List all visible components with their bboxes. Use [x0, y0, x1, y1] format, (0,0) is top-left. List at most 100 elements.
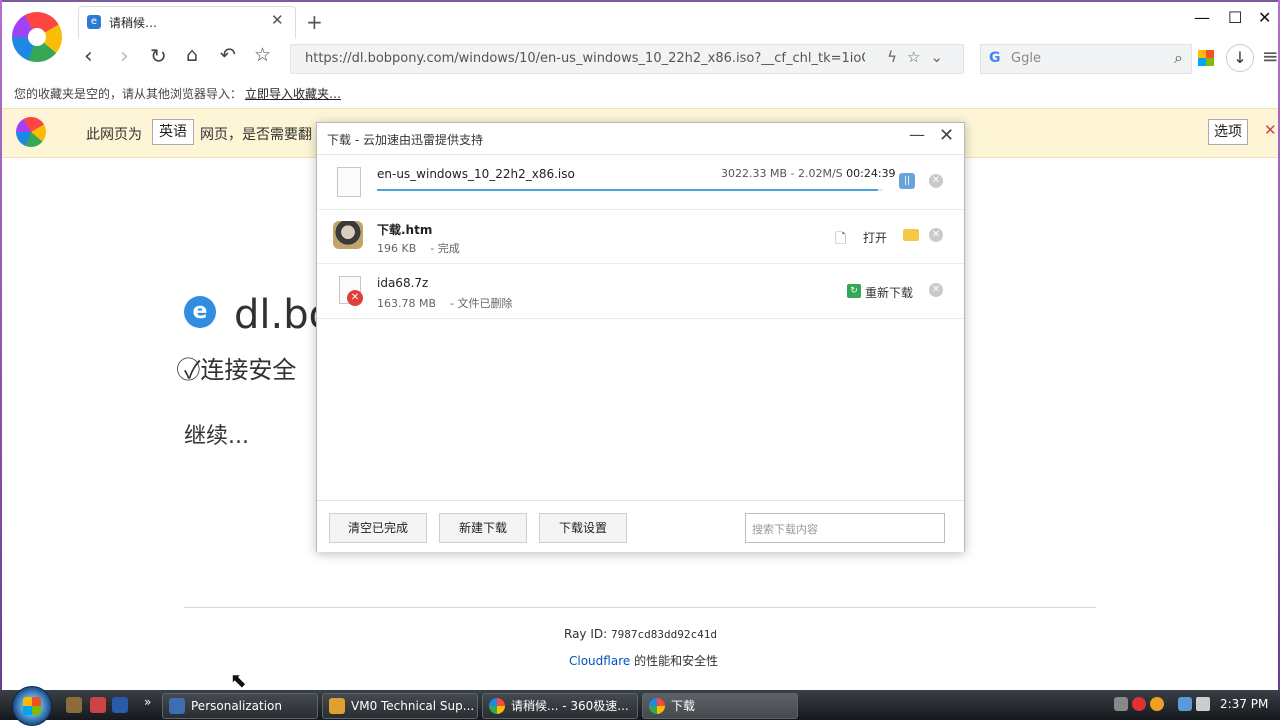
taskbar-item-label: 请稍候... - 360极速...	[511, 699, 629, 713]
volume-icon[interactable]	[1196, 697, 1210, 711]
translate-options-button[interactable]: 选项	[1208, 119, 1248, 145]
dialog-title: 下载 - 云加速由迅雷提供支持	[327, 133, 483, 147]
translate-logo-icon	[16, 117, 46, 147]
search-input[interactable]: Ggle	[1011, 51, 1041, 66]
download-filename: 下载.htm	[377, 223, 433, 237]
back-icon[interactable]: ‹	[84, 44, 93, 69]
browser-icon	[649, 698, 665, 714]
site-favicon-icon: e	[184, 296, 216, 328]
tray-search-icon[interactable]	[1150, 697, 1164, 711]
apps-icon[interactable]	[1198, 50, 1214, 66]
footer-divider	[184, 607, 1096, 608]
window-close-button[interactable]: ✕	[1258, 8, 1271, 27]
remove-download-icon[interactable]: ✕	[929, 174, 943, 188]
download-row[interactable]: 下载.htm 196 KB - 完成 🗋 打开 ✕	[317, 209, 964, 264]
browser-tab[interactable]: e 请稍候… ✕	[78, 6, 296, 39]
quicklaunch-overflow-icon[interactable]: »	[144, 695, 151, 709]
windows-logo-icon	[23, 697, 41, 715]
tab-title: 请稍候…	[109, 16, 158, 30]
download-row[interactable]: ✕ ida68.7z 163.78 MB - 文件已删除 ↻ 重新下载 ✕	[317, 264, 964, 319]
download-settings-button[interactable]: 下载设置	[539, 513, 627, 543]
personalization-icon	[169, 698, 185, 714]
home-icon[interactable]: ⌂	[186, 44, 198, 66]
redownload-icon[interactable]: ↻	[847, 284, 861, 298]
download-status: - 文件已删除	[450, 297, 513, 310]
translate-suffix: 网页，是否需要翻	[200, 127, 312, 143]
bookmarks-empty-text: 您的收藏夹是空的，请从其他浏览器导入：	[14, 87, 243, 101]
open-file-button[interactable]: 打开	[863, 229, 887, 246]
pause-icon[interactable]: ||	[899, 173, 915, 189]
dialog-footer: 清空已完成 新建下载 下载设置 搜索下载内容	[317, 500, 964, 552]
open-folder-icon[interactable]	[903, 229, 919, 241]
address-bar-icons[interactable]: ϟ☆⌄	[887, 48, 953, 66]
user-icon	[329, 698, 345, 714]
new-download-button[interactable]: 新建下载	[439, 513, 527, 543]
remove-download-icon[interactable]: ✕	[929, 228, 943, 242]
url-text[interactable]: https://dl.bobpony.com/windows/10/en-us_…	[305, 51, 865, 66]
taskbar-item-personalization[interactable]: Personalization	[162, 693, 318, 719]
secure-connection-text: ✓⃝连接安全	[184, 350, 296, 385]
import-bookmarks-link[interactable]: 立即导入收藏夹…	[245, 85, 341, 102]
show-desktop-icon[interactable]	[112, 697, 128, 713]
download-progress-fill	[377, 189, 878, 191]
search-icon[interactable]: ⌕	[1174, 48, 1183, 68]
file-icon	[337, 167, 361, 197]
check-circle-icon: ✓⃝	[184, 356, 201, 384]
download-size: 196 KB - 完成	[377, 240, 460, 256]
clear-completed-button[interactable]: 清空已完成	[329, 513, 427, 543]
download-icon[interactable]: ↓	[1226, 44, 1254, 72]
start-button[interactable]	[12, 686, 52, 726]
taskbar-item-downloads[interactable]: 下载	[642, 693, 798, 719]
taskbar: » Personalization VM0 Technical Sup... 请…	[0, 686, 1280, 726]
download-filename: ida68.7z	[377, 276, 429, 290]
tab-close-icon[interactable]: ✕	[271, 11, 284, 29]
forward-icon[interactable]: ›	[120, 44, 129, 69]
dialog-minimize-icon[interactable]: —	[909, 125, 925, 144]
network-icon[interactable]	[1178, 697, 1192, 711]
menu-icon[interactable]: ≡	[1262, 44, 1279, 68]
cloudflare-link[interactable]: Cloudflare	[569, 654, 630, 668]
favorite-star-icon[interactable]: ☆	[907, 48, 930, 66]
taskbar-item-browser[interactable]: 请稍候... - 360极速...	[482, 693, 638, 719]
chevron-down-icon[interactable]: ⌄	[930, 48, 953, 66]
translate-prefix: 此网页为	[86, 127, 142, 143]
search-box[interactable]: G Ggle ⌕	[980, 44, 1192, 74]
taskbar-item-label: VM0 Technical Sup...	[351, 699, 475, 713]
system-tray: 2:37 PM	[1106, 690, 1280, 720]
htm-file-icon	[333, 221, 363, 249]
cloudflare-footer: Cloudflare 的性能和安全性	[569, 652, 718, 669]
taskbar-clock[interactable]: 2:37 PM	[1220, 697, 1268, 711]
download-progress-bar	[377, 189, 883, 191]
address-bar[interactable]: https://dl.bobpony.com/windows/10/en-us_…	[290, 44, 964, 74]
maximize-button[interactable]: ☐	[1228, 8, 1242, 27]
undo-close-tab-icon[interactable]: ↶	[220, 44, 236, 66]
translate-language-button[interactable]: 英语	[152, 119, 194, 145]
taskbar-item-label: Personalization	[191, 699, 282, 713]
download-row[interactable]: en-us_windows_10_22h2_x86.iso 3022.33 MB…	[317, 154, 964, 210]
bookmark-star-icon[interactable]: ☆	[254, 44, 271, 66]
download-filename: en-us_windows_10_22h2_x86.iso	[377, 167, 575, 181]
tray-icon[interactable]	[1114, 697, 1128, 711]
translate-close-icon[interactable]: ✕	[1264, 121, 1277, 139]
continue-text: 继续...	[184, 424, 249, 449]
lightning-icon[interactable]: ϟ	[887, 48, 907, 66]
quicklaunch-icon[interactable]	[66, 697, 82, 713]
new-tab-button[interactable]: +	[306, 10, 323, 34]
minimize-button[interactable]: —	[1194, 8, 1210, 27]
dialog-close-icon[interactable]: ✕	[939, 125, 954, 146]
remove-download-icon[interactable]: ✕	[929, 283, 943, 297]
bookmarks-bar: 您的收藏夹是空的，请从其他浏览器导入： 立即导入收藏夹…	[2, 80, 1278, 106]
download-search-input[interactable]: 搜索下载内容	[745, 513, 945, 543]
quicklaunch-icon[interactable]	[90, 697, 106, 713]
mouse-cursor-icon: ⬉	[230, 668, 247, 692]
ray-id-label: Ray ID:	[564, 627, 608, 641]
download-time: 00:24:39	[846, 167, 896, 180]
file-size: 196 KB	[377, 242, 417, 255]
tray-error-icon[interactable]	[1132, 697, 1146, 711]
browser-logo-icon[interactable]	[12, 12, 62, 62]
redownload-button[interactable]: 重新下载	[865, 284, 913, 301]
cloudflare-suffix: 的性能和安全性	[634, 654, 719, 668]
google-icon: G	[989, 50, 1001, 66]
taskbar-item-technical-support[interactable]: VM0 Technical Sup...	[322, 693, 478, 719]
reload-icon[interactable]: ↻	[150, 44, 167, 68]
